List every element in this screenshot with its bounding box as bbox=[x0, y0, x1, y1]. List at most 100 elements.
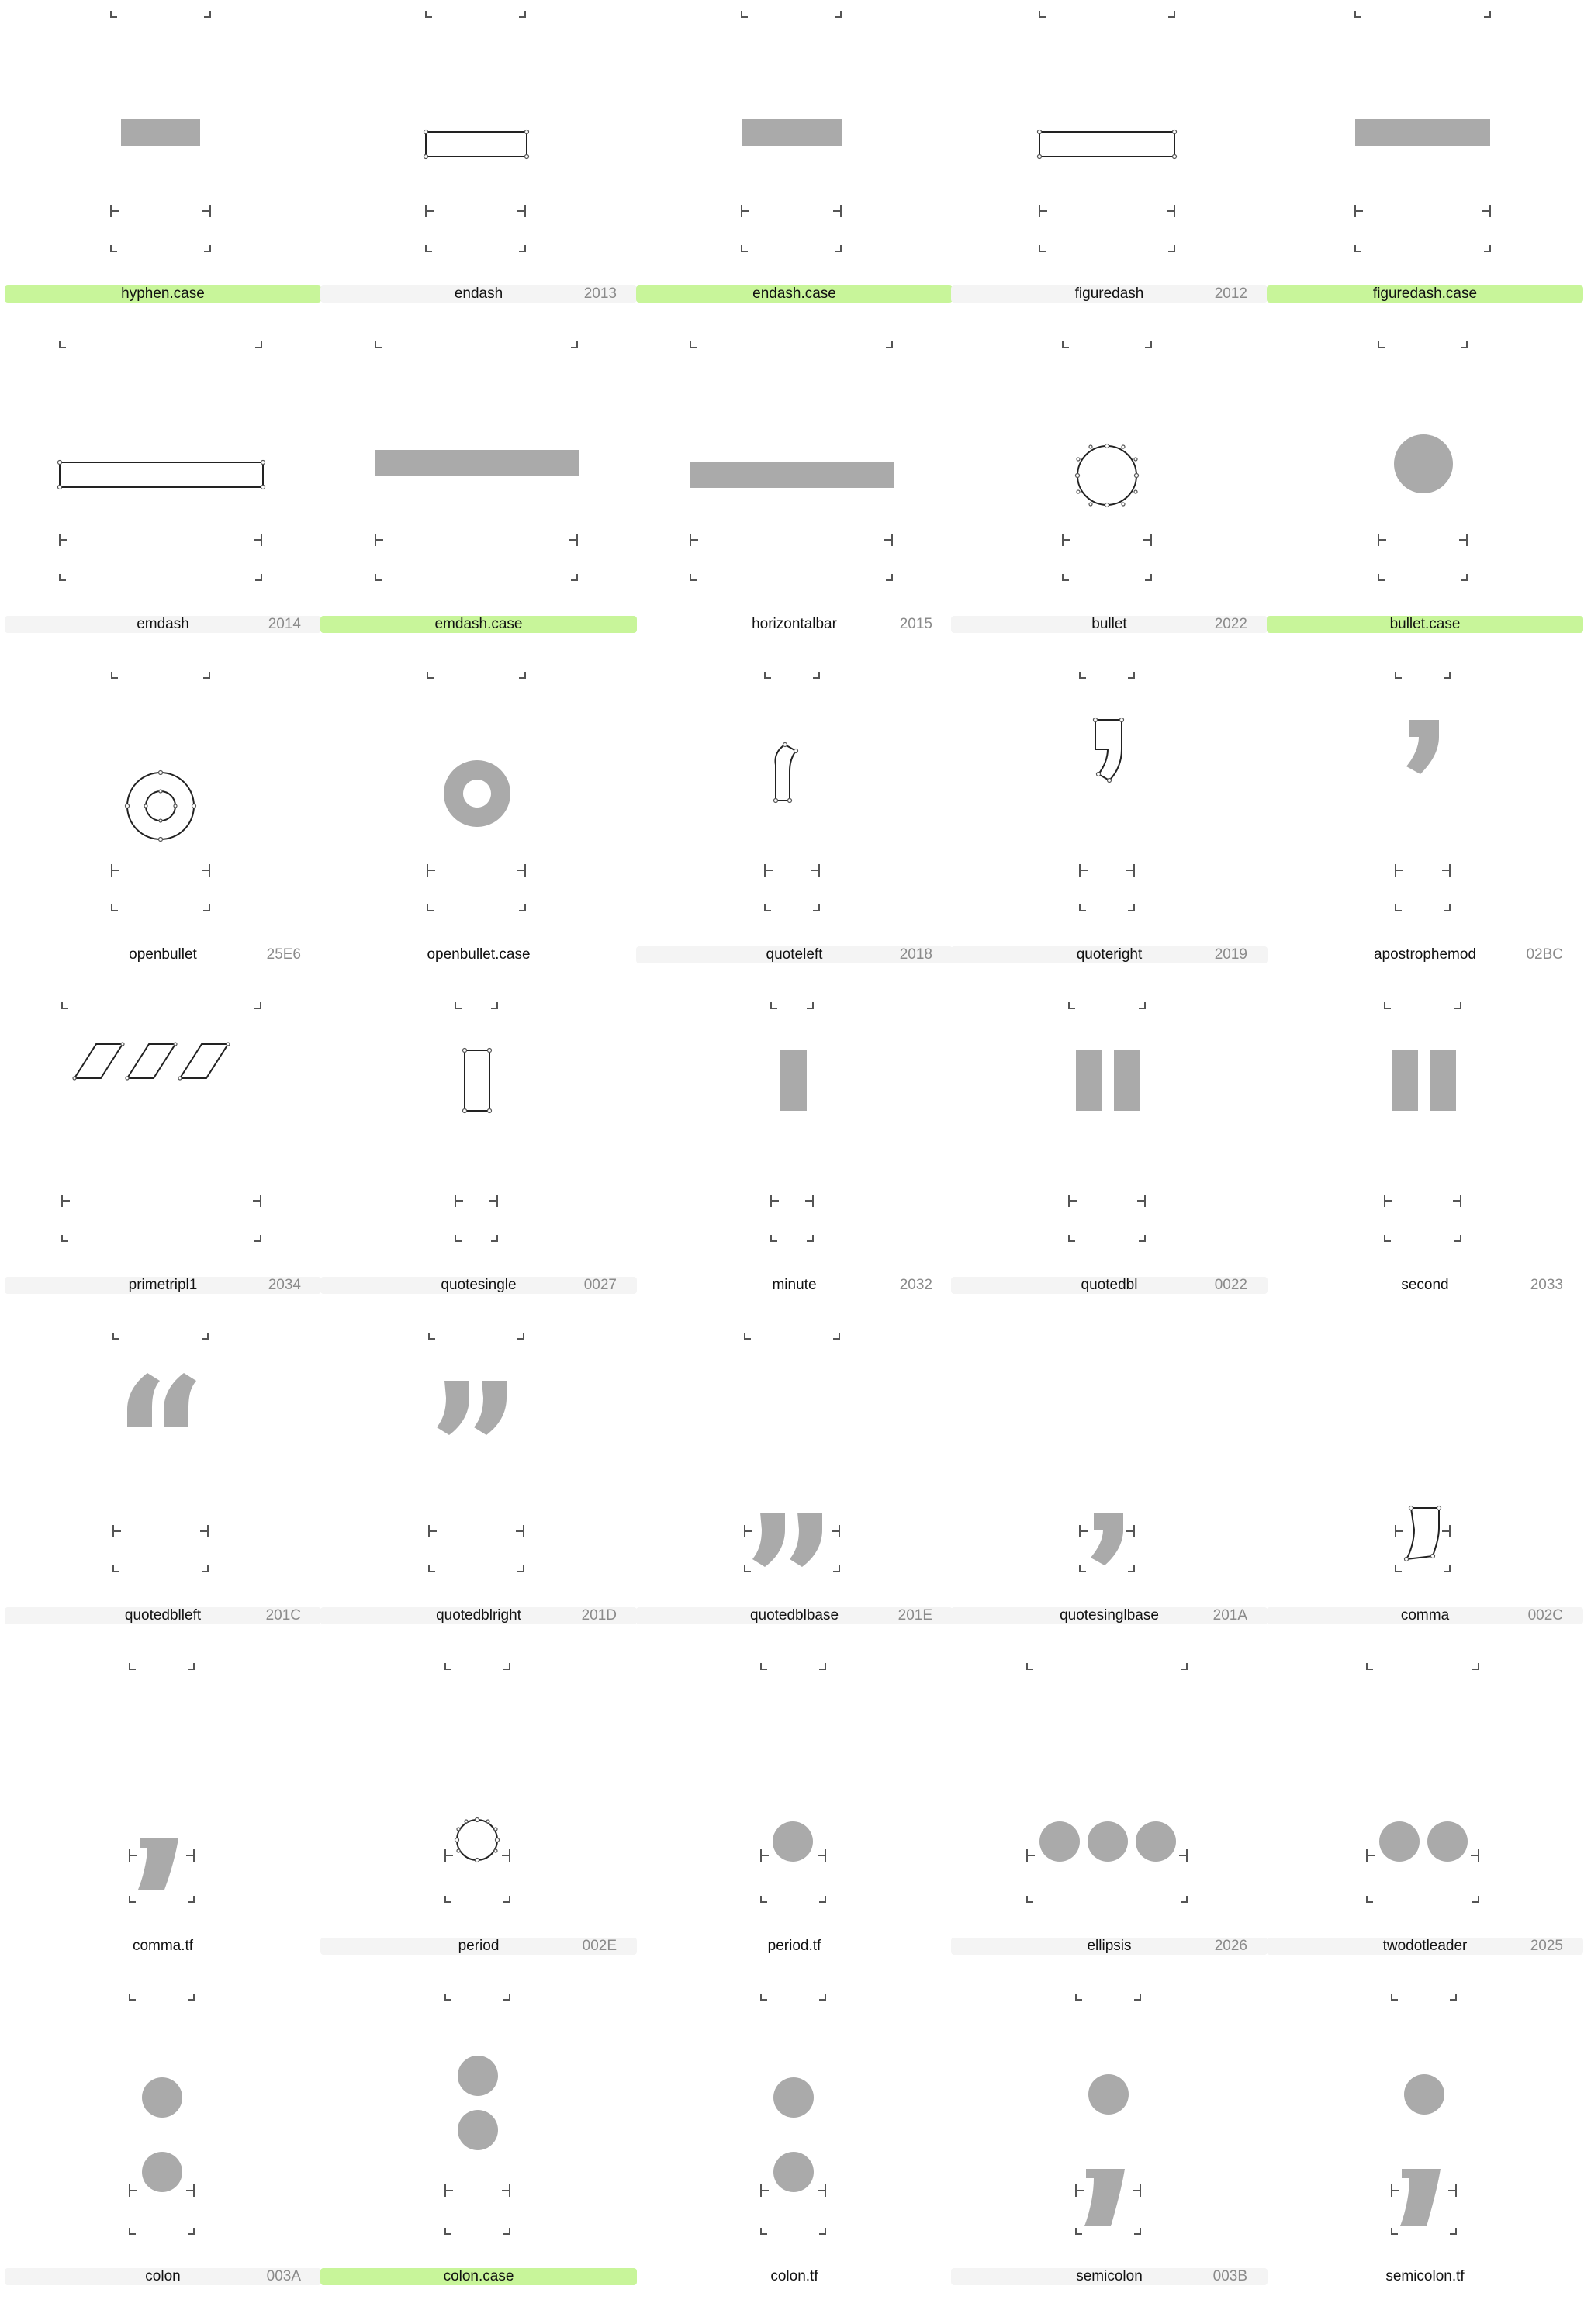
glyph-cell-quoteleft[interactable]: quoteleft 2018 bbox=[636, 672, 953, 1002]
glyph-cell-quoteright[interactable]: quoteright 2019 bbox=[951, 672, 1268, 1002]
glyph-label: primetripl1 2034 bbox=[5, 1277, 321, 1294]
glyph-cell-colon-case[interactable]: colon.case bbox=[320, 1994, 637, 2324]
glyph-cell-ellipsis[interactable]: ellipsis 2026 bbox=[951, 1663, 1268, 1994]
glyph-cell-openbullet-case[interactable]: openbullet.case bbox=[320, 672, 637, 1002]
glyph-cell-quotedblright[interactable]: quotedblright 201D bbox=[320, 1333, 637, 1663]
glyph-cell-second[interactable]: second 2033 bbox=[1267, 1002, 1583, 1333]
glyph-preview bbox=[760, 1663, 826, 1903]
glyph-label: quotedbl 0022 bbox=[951, 1277, 1268, 1294]
glyph-label: emdash.case bbox=[320, 616, 637, 633]
glyph-label: bullet.case bbox=[1267, 616, 1583, 633]
glyph-cell-quotedbl[interactable]: quotedbl 0022 bbox=[951, 1002, 1268, 1333]
glyph-label: semicolon.tf bbox=[1385, 2268, 1465, 2284]
glyph-label: comma 002C bbox=[1267, 1607, 1583, 1624]
glyph-label: minute 2032 bbox=[772, 1277, 932, 1293]
glyph-preview bbox=[1062, 341, 1152, 581]
glyph-cell-quotesingle[interactable]: quotesingle 0027 bbox=[320, 1002, 637, 1333]
glyph-cell-twodotleader[interactable]: twodotleader 2025 bbox=[1267, 1663, 1583, 1994]
glyph-label: twodotleader 2025 bbox=[1267, 1938, 1583, 1955]
glyph-cell-semicolon[interactable]: semicolon 003B bbox=[951, 1994, 1268, 2324]
glyph-label: endash 2013 bbox=[320, 285, 637, 303]
glyph-cell-hyphen-case[interactable]: hyphen.case bbox=[5, 11, 321, 341]
glyph-preview bbox=[129, 1663, 195, 1903]
glyph-label: emdash 2014 bbox=[5, 616, 321, 633]
glyph-cell-period-tf[interactable]: period.tf bbox=[636, 1663, 953, 1994]
glyph-label: comma.tf bbox=[132, 1938, 194, 1954]
glyph-preview bbox=[1036, 11, 1178, 252]
glyph-preview bbox=[110, 11, 211, 252]
glyph-preview bbox=[690, 341, 894, 581]
glyph-label: quotedblbase 201E bbox=[636, 1607, 953, 1624]
glyph-preview bbox=[770, 1002, 814, 1242]
glyph-preview bbox=[375, 341, 579, 581]
glyph-cell-colon-tf[interactable]: colon.tf bbox=[636, 1994, 953, 2324]
glyph-label: colon.case bbox=[320, 2268, 637, 2285]
glyph-cell-figuredash[interactable]: figuredash 2012 bbox=[951, 11, 1268, 341]
glyph-cell-colon[interactable]: colon 003A bbox=[5, 1994, 321, 2324]
glyph-preview bbox=[423, 11, 530, 252]
glyph-label: second 2033 bbox=[1401, 1277, 1563, 1293]
glyph-preview bbox=[428, 1333, 524, 1572]
glyph-preview bbox=[129, 1994, 195, 2235]
glyph-label: period 002E bbox=[320, 1938, 637, 1955]
glyph-cell-primetripl1[interactable]: primetripl1 2034 bbox=[5, 1002, 321, 1333]
glyph-cell-bullet[interactable]: bullet 2022 bbox=[951, 341, 1268, 672]
glyph-label: quoteright 2019 bbox=[951, 946, 1268, 963]
glyph-preview bbox=[444, 1994, 510, 2235]
glyph-label: openbullet.case bbox=[427, 946, 531, 963]
glyph-cell-comma[interactable]: comma 002C bbox=[1267, 1333, 1583, 1663]
glyph-label: quotesingle 0027 bbox=[320, 1277, 637, 1294]
glyph-label: quotedblleft 201C bbox=[5, 1607, 321, 1624]
glyph-cell-horizontalbar[interactable]: horizontalbar 2015 bbox=[636, 341, 953, 672]
glyph-cell-emdash[interactable]: emdash 2014 bbox=[5, 341, 321, 672]
glyph-label: apostrophemod 02BC bbox=[1373, 946, 1563, 963]
glyph-preview bbox=[1354, 11, 1491, 252]
glyph-cell-endash-case[interactable]: endash.case bbox=[636, 11, 953, 341]
glyph-preview bbox=[1068, 1002, 1146, 1242]
glyph-label: figuredash 2012 bbox=[951, 285, 1268, 303]
glyph-cell-period[interactable]: period 002E bbox=[320, 1663, 637, 1994]
glyph-preview bbox=[1391, 1994, 1457, 2235]
glyph-label: semicolon 003B bbox=[951, 2268, 1268, 2285]
glyph-cell-quotedblleft[interactable]: quotedblleft 201C bbox=[5, 1333, 321, 1663]
glyph-label: hyphen.case bbox=[5, 285, 321, 303]
glyph-cell-figuredash-case[interactable]: figuredash.case bbox=[1267, 11, 1583, 341]
glyph-preview bbox=[744, 1333, 840, 1572]
glyph-preview bbox=[1079, 672, 1135, 911]
glyph-preview bbox=[1378, 341, 1468, 581]
glyph-preview bbox=[741, 11, 842, 252]
glyph-preview bbox=[764, 672, 820, 911]
glyph-preview bbox=[1395, 1505, 1451, 1572]
glyph-label: quotesinglbase 201A bbox=[951, 1607, 1268, 1624]
glyph-grid: hyphen.case endash 2013 endash.case figur… bbox=[0, 0, 1591, 2285]
glyph-preview bbox=[427, 672, 526, 911]
glyph-cell-emdash-case[interactable]: emdash.case bbox=[320, 341, 637, 672]
glyph-label: bullet 2022 bbox=[951, 616, 1268, 633]
glyph-preview bbox=[111, 672, 210, 911]
glyph-cell-bullet-case[interactable]: bullet.case bbox=[1267, 341, 1583, 672]
glyph-label: horizontalbar 2015 bbox=[752, 616, 932, 632]
glyph-cell-openbullet[interactable]: openbullet 25E6 bbox=[5, 672, 321, 1002]
glyph-label: ellipsis 2026 bbox=[951, 1938, 1268, 1955]
glyph-label: figuredash.case bbox=[1267, 285, 1583, 303]
glyph-label: quoteleft 2018 bbox=[636, 946, 953, 963]
glyph-label: colon.tf bbox=[770, 2268, 818, 2284]
glyph-label: openbullet 25E6 bbox=[129, 946, 301, 963]
glyph-cell-comma-tf[interactable]: comma.tf bbox=[5, 1663, 321, 1994]
glyph-label: colon 003A bbox=[5, 2268, 321, 2285]
glyph-cell-minute[interactable]: minute 2032 bbox=[636, 1002, 953, 1333]
glyph-cell-endash[interactable]: endash 2013 bbox=[320, 11, 637, 341]
glyph-cell-apostrophemod[interactable]: apostrophemod 02BC bbox=[1267, 672, 1583, 1002]
glyph-cell-quotedblbase[interactable]: quotedblbase 201E bbox=[636, 1333, 953, 1663]
glyph-preview bbox=[760, 1994, 826, 2235]
glyph-preview bbox=[1395, 672, 1451, 911]
glyph-preview bbox=[1026, 1663, 1188, 1903]
glyph-label: endash.case bbox=[636, 285, 953, 303]
glyph-cell-quotesinglbase[interactable]: quotesinglbase 201A bbox=[951, 1333, 1268, 1663]
glyph-preview bbox=[455, 1002, 498, 1242]
glyph-preview bbox=[1384, 1002, 1461, 1242]
glyph-preview bbox=[444, 1663, 510, 1903]
glyph-preview bbox=[57, 341, 266, 581]
glyph-preview bbox=[1366, 1663, 1479, 1903]
glyph-cell-semicolon-tf[interactable]: semicolon.tf bbox=[1267, 1994, 1583, 2324]
